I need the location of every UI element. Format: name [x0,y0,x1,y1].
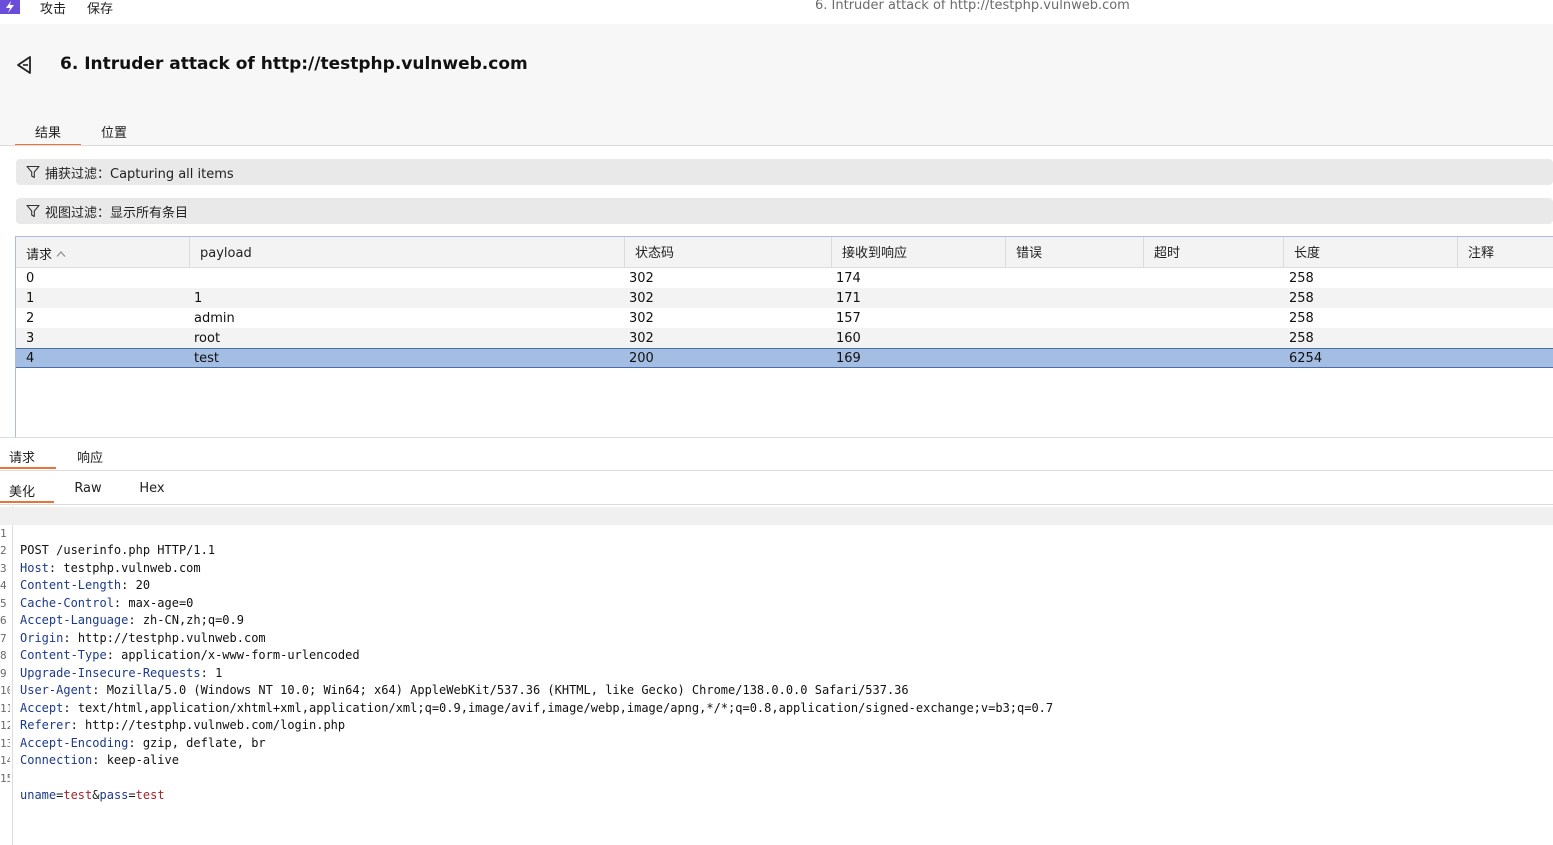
tab-pretty[interactable]: 美化 [0,481,54,503]
menu-save[interactable]: 保存 [87,0,113,17]
param-value: test [63,788,93,802]
filter-icon [26,204,40,218]
code-line: 13 Connection: keep-alive [0,736,179,768]
tab-response[interactable]: 响应 [60,447,120,469]
cell-length: 6254 [1289,351,1323,366]
pane-divider [0,437,1553,438]
cell-received: 160 [836,331,861,346]
cell-payload: root [194,331,221,346]
column-header-request[interactable]: 请求 [16,237,190,267]
param-key: pass [99,788,129,802]
menu-attack[interactable]: 攻击 [40,0,66,17]
tab-divider [0,504,1553,505]
code-line: 4 Cache-Control: max-age=0 [0,579,194,610]
filter-icon [26,165,40,179]
sort-ascending-icon [56,237,66,271]
cell-received: 169 [836,351,861,366]
column-header-comment[interactable]: 注释 [1458,237,1553,267]
table-row[interactable]: 0 302 174 258 [16,268,1553,288]
tab-results[interactable]: 结果 [15,122,81,146]
tab-positions[interactable]: 位置 [88,122,140,144]
code-line: 8 Upgrade-Insecure-Requests: 1 [0,649,223,680]
cell-request: 1 [26,291,35,306]
menu-bar: 攻击 保存 6. Intruder attack of http://testp… [0,0,1553,17]
cell-request: 4 [26,351,35,366]
tab-divider [0,470,1553,471]
code-line: 15 uname=test&pass=test [0,771,165,803]
cell-request: 0 [26,271,35,286]
cell-length: 258 [1289,331,1314,346]
column-header-status[interactable]: 状态码 [625,237,832,267]
code-line: 3 Content-Length: 20 [0,561,151,593]
cell-payload: 1 [194,291,203,306]
cell-payload: admin [194,311,235,326]
table-row[interactable]: 3 root 302 160 258 [16,328,1553,348]
tab-request[interactable]: 请求 [0,447,56,469]
cell-received: 174 [836,271,861,286]
table-row-selected[interactable]: 4 test 200 169 6254 [16,348,1553,368]
results-table: 请求 payload 状态码 接收到响应 错误 超时 长度 注释 0 302 1… [15,236,1553,438]
app-logo-icon [0,0,20,14]
cell-length: 258 [1289,291,1314,306]
capture-filter-bar[interactable]: 捕获过滤：Capturing all items [16,159,1553,185]
table-header: 请求 payload 状态码 接收到响应 错误 超时 长度 注释 [16,237,1553,268]
param-value: test [135,788,165,802]
column-header-payload[interactable]: payload [190,237,625,267]
cell-status: 302 [629,311,654,326]
code-line: 2 Host: testphp.vulnweb.com [0,544,201,575]
column-header-received[interactable]: 接收到响应 [832,237,1006,267]
param-key: uname [20,788,57,802]
capture-filter-text: 捕获过滤：Capturing all items [45,166,234,182]
table-row[interactable]: 2 admin 302 157 258 [16,308,1553,328]
tab-raw[interactable]: Raw [62,481,114,503]
code-line: 14 [0,735,1553,767]
cell-length: 258 [1289,271,1314,286]
code-line: 11 Referer: http://testphp.vulnweb.com/l… [0,701,346,733]
column-header-error[interactable]: 错误 [1006,237,1144,267]
cell-status: 302 [629,271,654,286]
window-title: 6. Intruder attack of http://testphp.vul… [815,0,1130,13]
code-line: 12 Accept-Encoding: gzip, deflate, br [0,719,266,750]
cell-received: 171 [836,291,861,306]
column-header-timeout[interactable]: 超时 [1144,237,1284,267]
cell-status: 302 [629,331,654,346]
code-line: 1 POST /userinfo.php HTTP/1.1 [0,507,1553,557]
code-line: 10 Accept: text/html,application/xhtml+x… [0,684,1054,715]
view-filter-text: 视图过滤：显示所有条目 [45,205,189,221]
view-filter-bar[interactable]: 视图过滤：显示所有条目 [16,198,1553,224]
header-divider [0,145,1553,146]
back-icon[interactable] [14,54,36,76]
table-row[interactable]: 1 1 302 171 258 [16,288,1553,308]
header-area [0,24,1553,146]
column-header-length[interactable]: 长度 [1284,237,1458,267]
code-line: 7 Content-Type: application/x-www-form-u… [0,631,360,663]
cell-request: 2 [26,311,35,326]
cell-request: 3 [26,331,35,346]
cell-status: 302 [629,291,654,306]
code-line: 5 Accept-Language: zh-CN,zh;q=0.9 [0,596,244,628]
page-title: 6. Intruder attack of http://testphp.vul… [60,54,528,74]
column-label: 请求 [26,248,53,263]
request-editor[interactable]: 1 POST /userinfo.php HTTP/1.1 2 Host: te… [0,506,1553,845]
cell-payload: test [194,351,219,366]
cell-received: 157 [836,311,861,326]
tab-hex[interactable]: Hex [126,481,178,503]
line-number: 15 [0,771,10,785]
code-line: 9 User-Agent: Mozilla/5.0 (Windows NT 10… [0,666,909,698]
cell-status: 200 [629,351,654,366]
cell-length: 258 [1289,311,1314,326]
code-line: 6 Origin: http://testphp.vulnweb.com [0,614,266,645]
